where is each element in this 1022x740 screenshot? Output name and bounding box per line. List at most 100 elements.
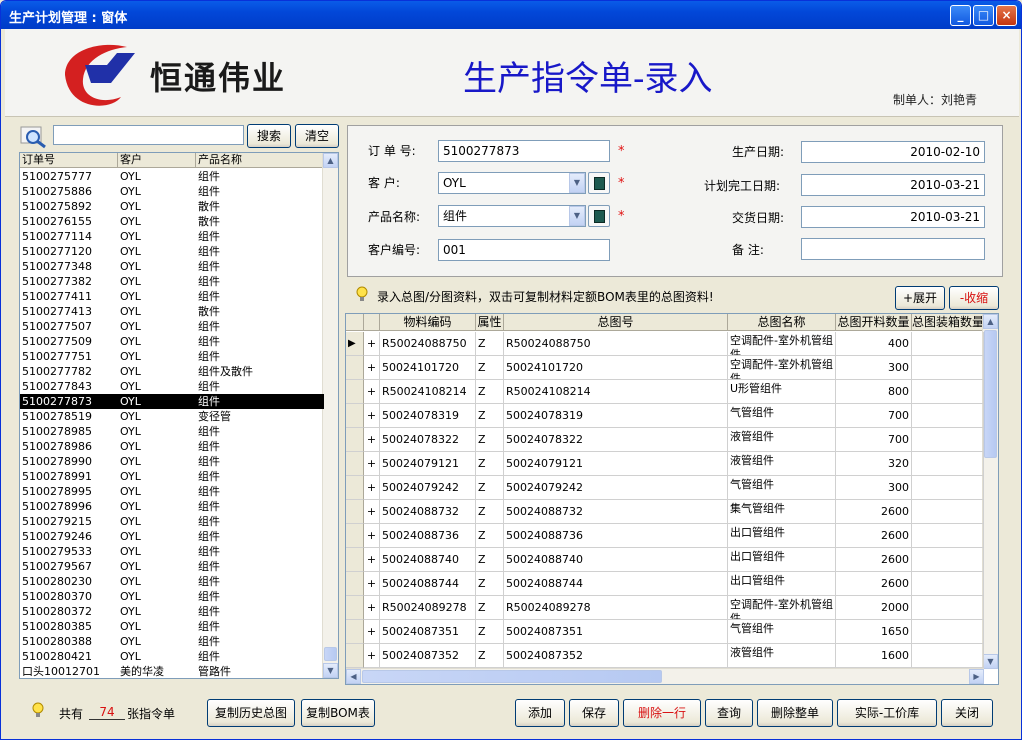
- drawing-name-cell[interactable]: 空调配件-室外机管组件: [728, 332, 836, 356]
- customer-code-field[interactable]: 001: [438, 239, 610, 261]
- list-item[interactable]: 5100278519 OYL 变径管: [20, 409, 324, 424]
- col-cut-qty[interactable]: 总图开料数量: [836, 314, 912, 331]
- material-code-cell[interactable]: 50024088740: [380, 548, 476, 572]
- list-item[interactable]: 5100279533 OYL 组件: [20, 544, 324, 559]
- delete-all-button[interactable]: 删除整单: [757, 699, 833, 727]
- drawing-name-cell[interactable]: 气管组件: [728, 476, 836, 500]
- list-item[interactable]: 5100280370 OYL 组件: [20, 589, 324, 604]
- row-expand-icon[interactable]: +: [364, 620, 380, 644]
- pack-qty-cell[interactable]: [912, 356, 984, 380]
- list-item[interactable]: 5100278995 OYL 组件: [20, 484, 324, 499]
- attribute-cell[interactable]: Z: [476, 620, 504, 644]
- search-button[interactable]: 搜索: [247, 124, 291, 148]
- drawing-no-cell[interactable]: 50024101720: [504, 356, 728, 380]
- row-indicator[interactable]: [346, 644, 364, 668]
- clear-button[interactable]: 清空: [295, 124, 339, 148]
- row-expand-icon[interactable]: +: [364, 356, 380, 380]
- row-expand-icon[interactable]: +: [364, 524, 380, 548]
- pack-qty-cell[interactable]: [912, 500, 984, 524]
- drawing-no-cell[interactable]: 50024078322: [504, 428, 728, 452]
- drawing-name-cell[interactable]: 空调配件-室外机管组件: [728, 356, 836, 380]
- list-item[interactable]: 5100277411 OYL 组件: [20, 289, 324, 304]
- drawing-name-cell[interactable]: 液管组件: [728, 428, 836, 452]
- pack-qty-cell[interactable]: [912, 644, 984, 668]
- pack-qty-cell[interactable]: [912, 548, 984, 572]
- row-expand-icon[interactable]: +: [364, 596, 380, 620]
- attribute-cell[interactable]: Z: [476, 452, 504, 476]
- list-item[interactable]: 5100277782 OYL 组件及散件: [20, 364, 324, 379]
- plan-date-field[interactable]: 2010-03-21: [801, 174, 985, 196]
- material-code-cell[interactable]: 50024088732: [380, 500, 476, 524]
- drawing-name-cell[interactable]: 出口管组件: [728, 548, 836, 572]
- bom-grid[interactable]: 物料编码 属性 总图号 总图名称 总图开料数量 总图装箱数量 ▲ ▼ ◀ ▶ ▶…: [345, 313, 999, 685]
- row-indicator[interactable]: [346, 452, 364, 476]
- list-item[interactable]: 5100275892 OYL 散件: [20, 199, 324, 214]
- col-customer[interactable]: 客户: [118, 153, 196, 168]
- scroll-left-arrow-icon[interactable]: ◀: [346, 669, 361, 684]
- pack-qty-cell[interactable]: [912, 452, 984, 476]
- drawing-no-cell[interactable]: R50024108214: [504, 380, 728, 404]
- list-item[interactable]: 5100277114 OYL 组件: [20, 229, 324, 244]
- list-item[interactable]: 口头10012701 美的华凌 管路件: [20, 664, 324, 678]
- drawing-name-cell[interactable]: 出口管组件: [728, 524, 836, 548]
- cut-qty-cell[interactable]: 320: [836, 452, 912, 476]
- material-code-cell[interactable]: R50024089278: [380, 596, 476, 620]
- product-select[interactable]: 组件: [438, 205, 586, 227]
- row-indicator[interactable]: [346, 596, 364, 620]
- pack-qty-cell[interactable]: [912, 404, 984, 428]
- pack-qty-cell[interactable]: [912, 428, 984, 452]
- scroll-down-arrow-icon[interactable]: ▼: [323, 663, 338, 678]
- row-expand-icon[interactable]: +: [364, 500, 380, 524]
- attribute-cell[interactable]: Z: [476, 500, 504, 524]
- grid-vertical-scrollbar[interactable]: ▲ ▼: [982, 314, 998, 669]
- list-item[interactable]: 5100277509 OYL 组件: [20, 334, 324, 349]
- list-item[interactable]: 5100278996 OYL 组件: [20, 499, 324, 514]
- list-item[interactable]: 5100275886 OYL 组件: [20, 184, 324, 199]
- drawing-name-cell[interactable]: 气管组件: [728, 620, 836, 644]
- row-expand-icon[interactable]: +: [364, 476, 380, 500]
- drawing-no-cell[interactable]: 50024087352: [504, 644, 728, 668]
- drawing-no-cell[interactable]: R50024088750: [504, 332, 728, 356]
- row-expand-icon[interactable]: +: [364, 404, 380, 428]
- material-code-cell[interactable]: R50024088750: [380, 332, 476, 356]
- cut-qty-cell[interactable]: 1600: [836, 644, 912, 668]
- row-indicator[interactable]: [346, 428, 364, 452]
- drawing-no-cell[interactable]: 50024088744: [504, 572, 728, 596]
- col-order-no[interactable]: 订单号: [20, 153, 118, 168]
- list-item[interactable]: 5100275777 OYL 组件: [20, 169, 324, 184]
- attribute-cell[interactable]: Z: [476, 596, 504, 620]
- row-expand-icon[interactable]: +: [364, 428, 380, 452]
- list-item[interactable]: 5100277382 OYL 组件: [20, 274, 324, 289]
- pack-qty-cell[interactable]: [912, 332, 984, 356]
- pack-qty-cell[interactable]: [912, 524, 984, 548]
- attribute-cell[interactable]: Z: [476, 332, 504, 356]
- row-expand-icon[interactable]: +: [364, 452, 380, 476]
- drawing-name-cell[interactable]: 液管组件: [728, 452, 836, 476]
- list-item[interactable]: 5100278990 OYL 组件: [20, 454, 324, 469]
- col-material-code[interactable]: 物料编码: [380, 314, 476, 331]
- drawing-no-cell[interactable]: 50024088740: [504, 548, 728, 572]
- expand-button[interactable]: +展开: [895, 286, 945, 310]
- order-no-field[interactable]: 5100277873: [438, 140, 610, 162]
- list-item[interactable]: 5100280388 OYL 组件: [20, 634, 324, 649]
- list-item[interactable]: 5100280230 OYL 组件: [20, 574, 324, 589]
- pack-qty-cell[interactable]: [912, 380, 984, 404]
- row-expand-icon[interactable]: +: [364, 332, 380, 356]
- scroll-down-arrow-icon[interactable]: ▼: [983, 654, 998, 669]
- pack-qty-cell[interactable]: [912, 476, 984, 500]
- material-code-cell[interactable]: 50024087352: [380, 644, 476, 668]
- drawing-no-cell[interactable]: 50024079242: [504, 476, 728, 500]
- query-button[interactable]: 查询: [705, 699, 753, 727]
- remark-field[interactable]: [801, 238, 985, 260]
- list-item[interactable]: 5100277843 OYL 组件: [20, 379, 324, 394]
- product-lookup-button[interactable]: [588, 205, 610, 227]
- row-expand-icon[interactable]: +: [364, 548, 380, 572]
- pack-qty-cell[interactable]: [912, 596, 984, 620]
- col-drawing-name[interactable]: 总图名称: [728, 314, 836, 331]
- list-item[interactable]: 5100277873 OYL 组件: [20, 394, 324, 409]
- drawing-name-cell[interactable]: 空调配件-室外机管组件: [728, 596, 836, 620]
- cut-qty-cell[interactable]: 800: [836, 380, 912, 404]
- row-indicator[interactable]: [346, 404, 364, 428]
- drawing-no-cell[interactable]: 50024078319: [504, 404, 728, 428]
- row-indicator[interactable]: [346, 524, 364, 548]
